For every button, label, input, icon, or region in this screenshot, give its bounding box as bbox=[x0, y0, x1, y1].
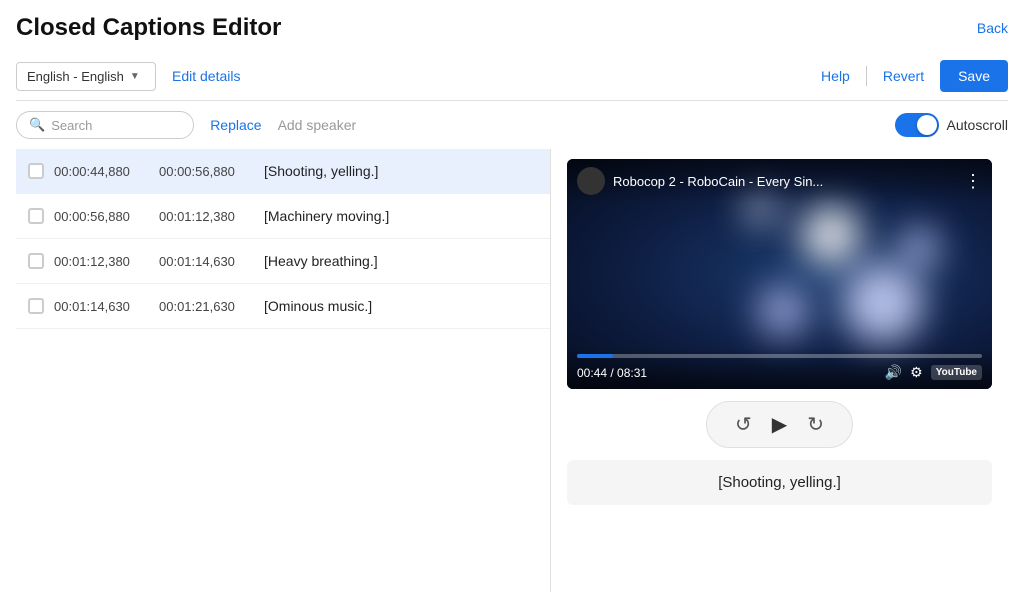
caption-time-end: 00:01:21,630 bbox=[159, 299, 254, 314]
replay-button[interactable]: ↺ bbox=[735, 412, 752, 437]
page-title: Closed Captions Editor bbox=[16, 14, 281, 42]
caption-checkbox[interactable] bbox=[28, 163, 44, 179]
video-time: 00:44 / 08:31 bbox=[577, 366, 647, 380]
caption-time-start: 00:01:14,630 bbox=[54, 299, 149, 314]
caption-time-end: 00:01:14,630 bbox=[159, 254, 254, 269]
forward-button[interactable]: ↻ bbox=[807, 412, 824, 437]
toolbar-divider bbox=[866, 66, 867, 86]
edit-details-button[interactable]: Edit details bbox=[172, 68, 240, 84]
language-dropdown[interactable]: English - English ▼ bbox=[16, 62, 156, 91]
caption-text: [Machinery moving.] bbox=[264, 208, 389, 224]
settings-icon[interactable]: ⚙ bbox=[910, 364, 923, 381]
autoscroll-toggle[interactable] bbox=[895, 113, 939, 137]
youtube-badge: YouTube bbox=[931, 365, 982, 380]
caption-time-start: 00:00:44,880 bbox=[54, 164, 149, 179]
caption-row[interactable]: 00:01:12,380 00:01:14,630 [Heavy breathi… bbox=[16, 239, 550, 284]
playback-controls: ↺ ▶ ↻ bbox=[567, 401, 992, 448]
caption-checkbox[interactable] bbox=[28, 298, 44, 314]
autoscroll-toggle-wrap: Autoscroll bbox=[895, 113, 1008, 137]
caption-text: [Heavy breathing.] bbox=[264, 253, 378, 269]
help-button[interactable]: Help bbox=[813, 62, 858, 90]
video-more-icon[interactable]: ⋮ bbox=[964, 171, 982, 192]
caption-checkbox[interactable] bbox=[28, 253, 44, 269]
caption-row[interactable]: 00:01:14,630 00:01:21,630 [Ominous music… bbox=[16, 284, 550, 329]
back-link[interactable]: Back bbox=[977, 20, 1008, 36]
caption-time-end: 00:01:12,380 bbox=[159, 209, 254, 224]
toggle-thumb bbox=[917, 115, 937, 135]
chevron-down-icon: ▼ bbox=[130, 71, 140, 82]
video-title: Robocop 2 - RoboCain - Every Sin... bbox=[613, 174, 823, 189]
add-speaker-button[interactable]: Add speaker bbox=[278, 117, 357, 133]
save-button[interactable]: Save bbox=[940, 60, 1008, 92]
revert-button[interactable]: Revert bbox=[875, 62, 932, 90]
volume-icon[interactable]: 🔊 bbox=[885, 364, 902, 381]
video-player[interactable]: Robocop 2 - RoboCain - Every Sin... ⋮ 00… bbox=[567, 159, 992, 389]
video-right-icons: 🔊 ⚙ YouTube bbox=[885, 364, 982, 381]
caption-text: [Shooting, yelling.] bbox=[264, 163, 378, 179]
play-button[interactable]: ▶ bbox=[772, 412, 787, 437]
caption-display: [Shooting, yelling.] bbox=[567, 460, 992, 505]
replay-icon: ↺ bbox=[735, 412, 752, 437]
caption-time-start: 00:00:56,880 bbox=[54, 209, 149, 224]
video-avatar bbox=[577, 167, 605, 195]
search-input-wrap: 🔍 bbox=[16, 111, 194, 139]
search-icon: 🔍 bbox=[29, 117, 45, 133]
video-progress-track[interactable] bbox=[577, 354, 982, 358]
search-input[interactable] bbox=[51, 118, 181, 133]
video-bottom-bar: 00:44 / 08:31 🔊 ⚙ YouTube bbox=[567, 348, 992, 389]
video-progress-fill bbox=[577, 354, 613, 358]
caption-list: 00:00:44,880 00:00:56,880 [Shooting, yel… bbox=[16, 149, 551, 592]
video-top-bar: Robocop 2 - RoboCain - Every Sin... ⋮ bbox=[567, 159, 992, 203]
forward-icon: ↻ bbox=[807, 412, 824, 437]
caption-time-end: 00:00:56,880 bbox=[159, 164, 254, 179]
caption-text: [Ominous music.] bbox=[264, 298, 372, 314]
language-select-value: English - English bbox=[27, 69, 124, 84]
controls-pill: ↺ ▶ ↻ bbox=[706, 401, 853, 448]
caption-row[interactable]: 00:00:56,880 00:01:12,380 [Machinery mov… bbox=[16, 194, 550, 239]
caption-checkbox[interactable] bbox=[28, 208, 44, 224]
right-panel: Robocop 2 - RoboCain - Every Sin... ⋮ 00… bbox=[551, 149, 1008, 592]
play-icon: ▶ bbox=[772, 412, 787, 437]
autoscroll-label: Autoscroll bbox=[947, 117, 1008, 133]
caption-row[interactable]: 00:00:44,880 00:00:56,880 [Shooting, yel… bbox=[16, 149, 550, 194]
caption-time-start: 00:01:12,380 bbox=[54, 254, 149, 269]
replace-button[interactable]: Replace bbox=[210, 117, 261, 133]
